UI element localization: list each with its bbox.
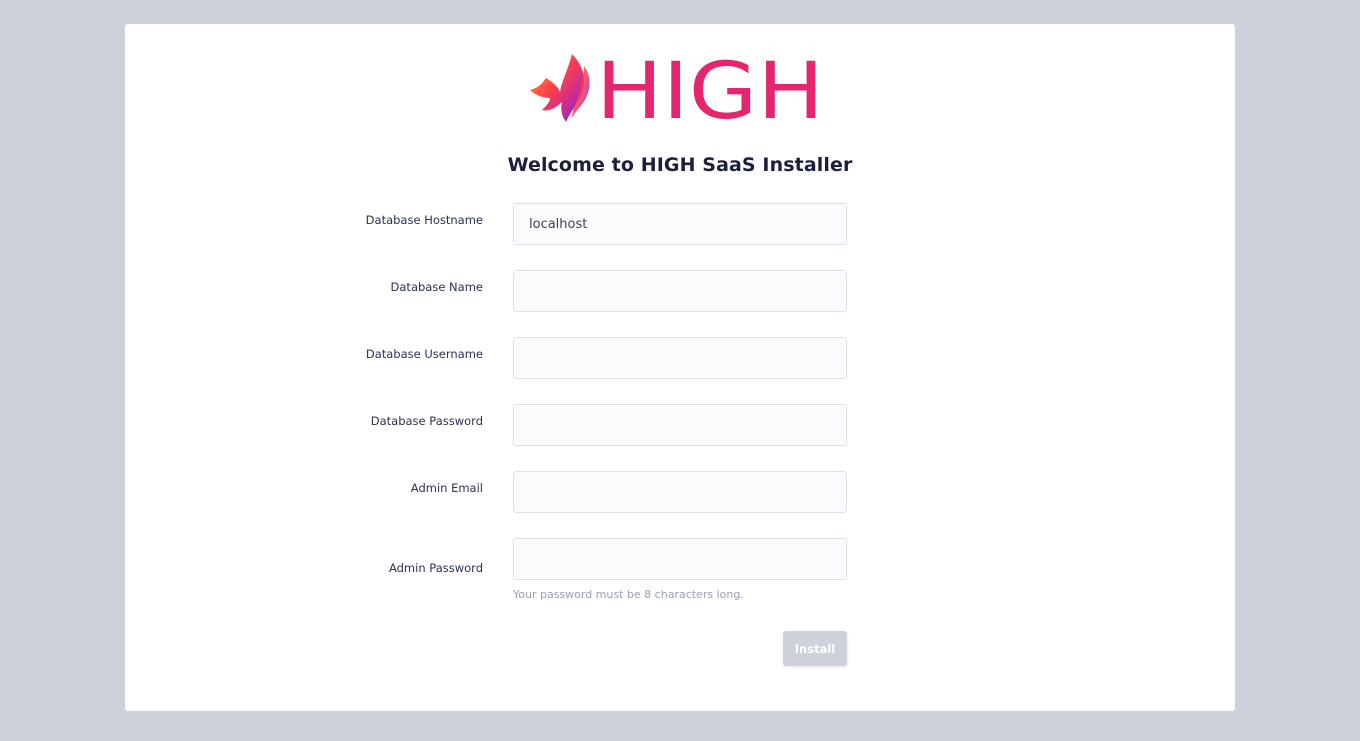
admin-email-label: Admin Email [410,481,483,495]
database-password-input[interactable] [513,404,847,446]
brand-logo: HIGH [528,52,828,126]
password-hint: Your password must be 8 characters long. [513,588,744,601]
database-password-label: Database Password [370,414,483,428]
page-title: Welcome to HIGH SaaS Installer [507,154,853,176]
database-username-input[interactable] [513,337,847,379]
admin-password-input[interactable] [513,538,847,580]
database-name-label: Database Name [390,280,483,294]
admin-password-label: Admin Password [388,561,483,575]
database-username-label: Database Username [365,347,483,361]
admin-email-input[interactable] [513,471,847,513]
phoenix-icon [530,54,590,122]
database-hostname-label: Database Hostname [365,213,483,227]
installer-card: HIGH Welcome to HIGH SaaS Installer Data… [125,24,1235,711]
database-hostname-input[interactable] [513,203,847,245]
database-name-input[interactable] [513,270,847,312]
brand-wordmark: HIGH [596,52,824,126]
install-button[interactable]: Install [783,631,847,666]
